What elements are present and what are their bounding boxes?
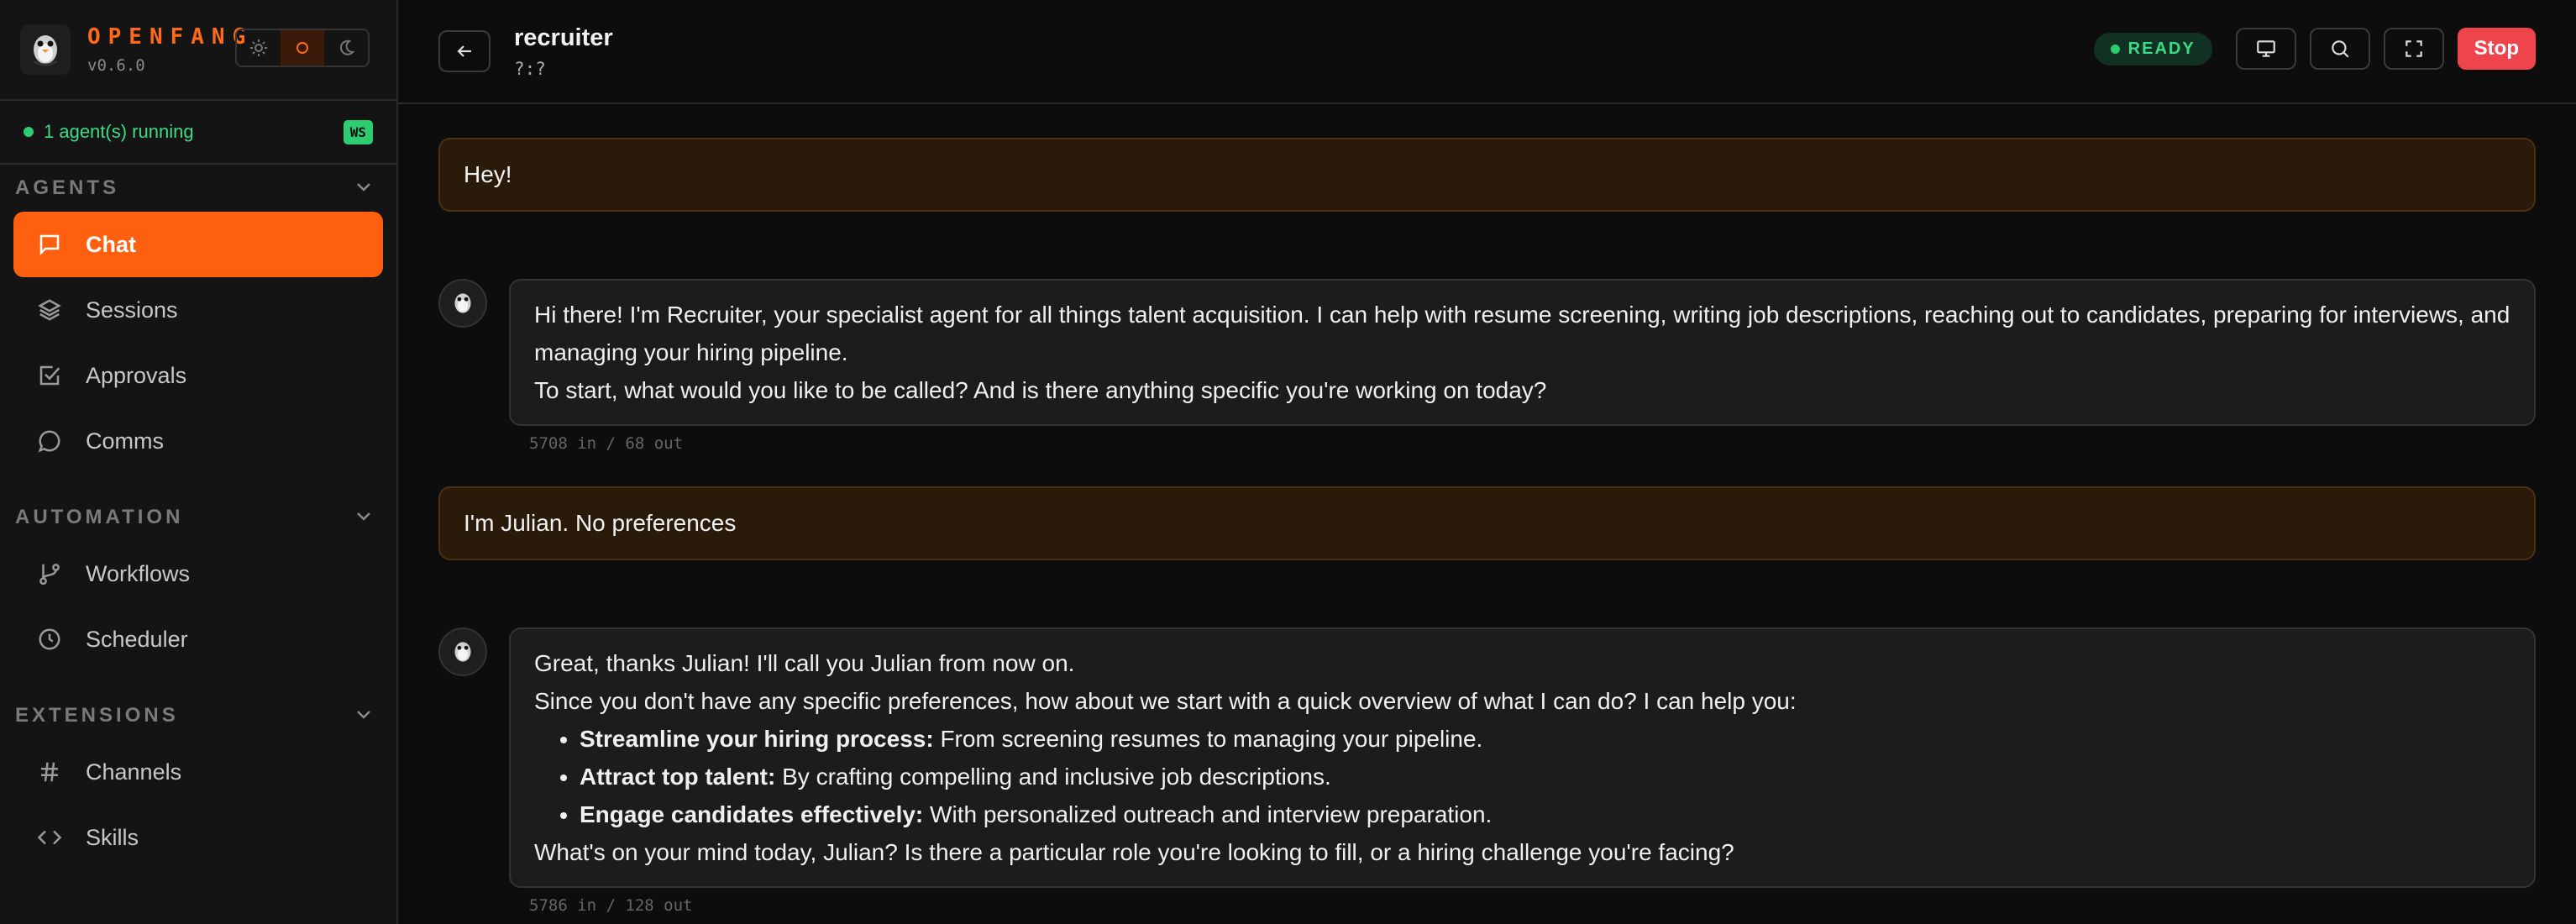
agent-message-row: Great, thanks Julian! I'll call you Juli… bbox=[438, 627, 2536, 888]
message-paragraph: Since you don't have any specific prefer… bbox=[534, 688, 1797, 714]
monitor-button[interactable] bbox=[2235, 28, 2296, 70]
bullet-heading: Attract top talent: bbox=[580, 764, 776, 790]
agent-name: recruiter bbox=[514, 24, 613, 51]
ready-dot bbox=[2110, 44, 2120, 54]
stop-button[interactable]: Stop bbox=[2457, 28, 2536, 70]
chat-icon bbox=[35, 230, 64, 259]
message-bullet-list: Streamline your hiring process: From scr… bbox=[534, 720, 2510, 833]
agent-message: Hi there! I'm Recruiter, your specialist… bbox=[509, 279, 2536, 426]
sidebar: OPENFANG v0.6.0 1 agent(s) running WS AG… bbox=[0, 0, 398, 924]
agent-avatar-icon bbox=[438, 279, 487, 328]
main-panel: recruiter ?:? READY Stop Hey! Hi there! … bbox=[398, 0, 2576, 924]
theme-toggle bbox=[235, 29, 370, 67]
code-icon bbox=[35, 823, 64, 852]
agents-running-text: 1 agent(s) running bbox=[44, 121, 194, 142]
branch-icon bbox=[35, 559, 64, 588]
chat-header: recruiter ?:? READY Stop bbox=[398, 0, 2576, 104]
chevron-down-icon[interactable] bbox=[354, 706, 373, 726]
sun-icon[interactable] bbox=[237, 30, 281, 66]
sidebar-item-label: Comms bbox=[86, 428, 164, 454]
status-dot bbox=[24, 127, 34, 137]
monitor-icon bbox=[2256, 40, 2275, 57]
sidebar-item-workflows[interactable]: Workflows bbox=[13, 541, 383, 606]
list-item: Attract top talent: By crafting compelli… bbox=[580, 758, 2510, 795]
chevron-down-icon[interactable] bbox=[354, 179, 373, 198]
message-paragraph: Hi there! I'm Recruiter, your specialist… bbox=[534, 302, 2510, 365]
list-item: Streamline your hiring process: From scr… bbox=[580, 720, 2510, 758]
section-title: EXTENSIONS bbox=[15, 704, 179, 727]
agent-status-row: 1 agent(s) running WS bbox=[0, 101, 396, 165]
message-paragraph: Great, thanks Julian! I'll call you Juli… bbox=[534, 650, 1075, 676]
token-usage: 5708 in / 68 out bbox=[529, 434, 684, 453]
sidebar-item-label: Chat bbox=[86, 231, 136, 257]
sidebar-item-label: Workflows bbox=[86, 560, 191, 586]
fullscreen-icon bbox=[2405, 40, 2422, 57]
search-icon bbox=[2331, 40, 2349, 58]
section-title: AGENTS bbox=[15, 176, 120, 199]
system-theme-icon[interactable] bbox=[281, 30, 324, 66]
user-message: I'm Julian. No preferences bbox=[438, 486, 2536, 560]
user-message: Hey! bbox=[438, 138, 2536, 212]
moon-icon[interactable] bbox=[324, 30, 368, 66]
agent-model: ?:? bbox=[514, 58, 546, 79]
sidebar-item-comms[interactable]: Comms bbox=[13, 408, 383, 474]
sidebar-item-skills[interactable]: Skills bbox=[13, 805, 383, 870]
section-agents-header[interactable]: AGENTS bbox=[0, 165, 396, 212]
clock-icon bbox=[35, 625, 64, 654]
section-extensions-header[interactable]: EXTENSIONS bbox=[0, 692, 396, 739]
app-window: OPENFANG v0.6.0 1 agent(s) running WS AG… bbox=[0, 0, 2576, 924]
sidebar-item-chat[interactable]: Chat bbox=[13, 212, 383, 277]
sidebar-item-scheduler[interactable]: Scheduler bbox=[13, 606, 383, 672]
chevron-down-icon[interactable] bbox=[354, 508, 373, 528]
bullet-text: By crafting compelling and inclusive job… bbox=[775, 764, 1331, 790]
sidebar-item-sessions[interactable]: Sessions bbox=[13, 277, 383, 343]
search-button[interactable] bbox=[2309, 28, 2370, 70]
agent-avatar-icon bbox=[438, 627, 487, 676]
message-paragraph: What's on your mind today, Julian? Is th… bbox=[534, 839, 1734, 865]
sidebar-item-label: Channels bbox=[86, 759, 182, 785]
speech-bubble-icon bbox=[35, 427, 64, 455]
message-paragraph: To start, what would you like to be call… bbox=[534, 377, 1547, 403]
hash-icon bbox=[35, 758, 64, 786]
sidebar-item-label: Scheduler bbox=[86, 626, 188, 652]
chat-thread: Hey! Hi there! I'm Recruiter, your speci… bbox=[398, 104, 2576, 924]
bullet-text: From screening resumes to managing your … bbox=[933, 726, 1483, 752]
fullscreen-button[interactable] bbox=[2383, 28, 2444, 70]
logo-icon[interactable] bbox=[20, 24, 71, 75]
status-badge-label: READY bbox=[2127, 39, 2196, 58]
status-badge: READY bbox=[2093, 32, 2212, 66]
list-item: Engage candidates effectively: With pers… bbox=[580, 795, 2510, 833]
brand-header: OPENFANG v0.6.0 bbox=[0, 0, 396, 101]
brand-name: OPENFANG bbox=[87, 24, 254, 50]
checkbox-icon bbox=[35, 361, 64, 390]
agent-message-row: Hi there! I'm Recruiter, your specialist… bbox=[438, 279, 2536, 426]
section-automation-header[interactable]: AUTOMATION bbox=[0, 494, 396, 541]
sidebar-item-approvals[interactable]: Approvals bbox=[13, 343, 383, 408]
layers-icon bbox=[35, 296, 64, 324]
agent-message: Great, thanks Julian! I'll call you Juli… bbox=[509, 627, 2536, 888]
bullet-heading: Engage candidates effectively: bbox=[580, 801, 924, 827]
sidebar-item-label: Approvals bbox=[86, 362, 187, 388]
bullet-text: With personalized outreach and interview… bbox=[923, 801, 1493, 827]
ws-badge: WS bbox=[343, 119, 373, 144]
sidebar-item-label: Skills bbox=[86, 824, 139, 850]
sidebar-item-label: Sessions bbox=[86, 297, 178, 323]
brand-version: v0.6.0 bbox=[87, 56, 145, 75]
bullet-heading: Streamline your hiring process: bbox=[580, 726, 934, 752]
token-usage: 5786 in / 128 out bbox=[529, 896, 693, 915]
arrow-left-icon bbox=[457, 45, 471, 57]
back-button[interactable] bbox=[438, 30, 491, 72]
section-title: AUTOMATION bbox=[15, 506, 184, 528]
sidebar-item-channels[interactable]: Channels bbox=[13, 739, 383, 805]
